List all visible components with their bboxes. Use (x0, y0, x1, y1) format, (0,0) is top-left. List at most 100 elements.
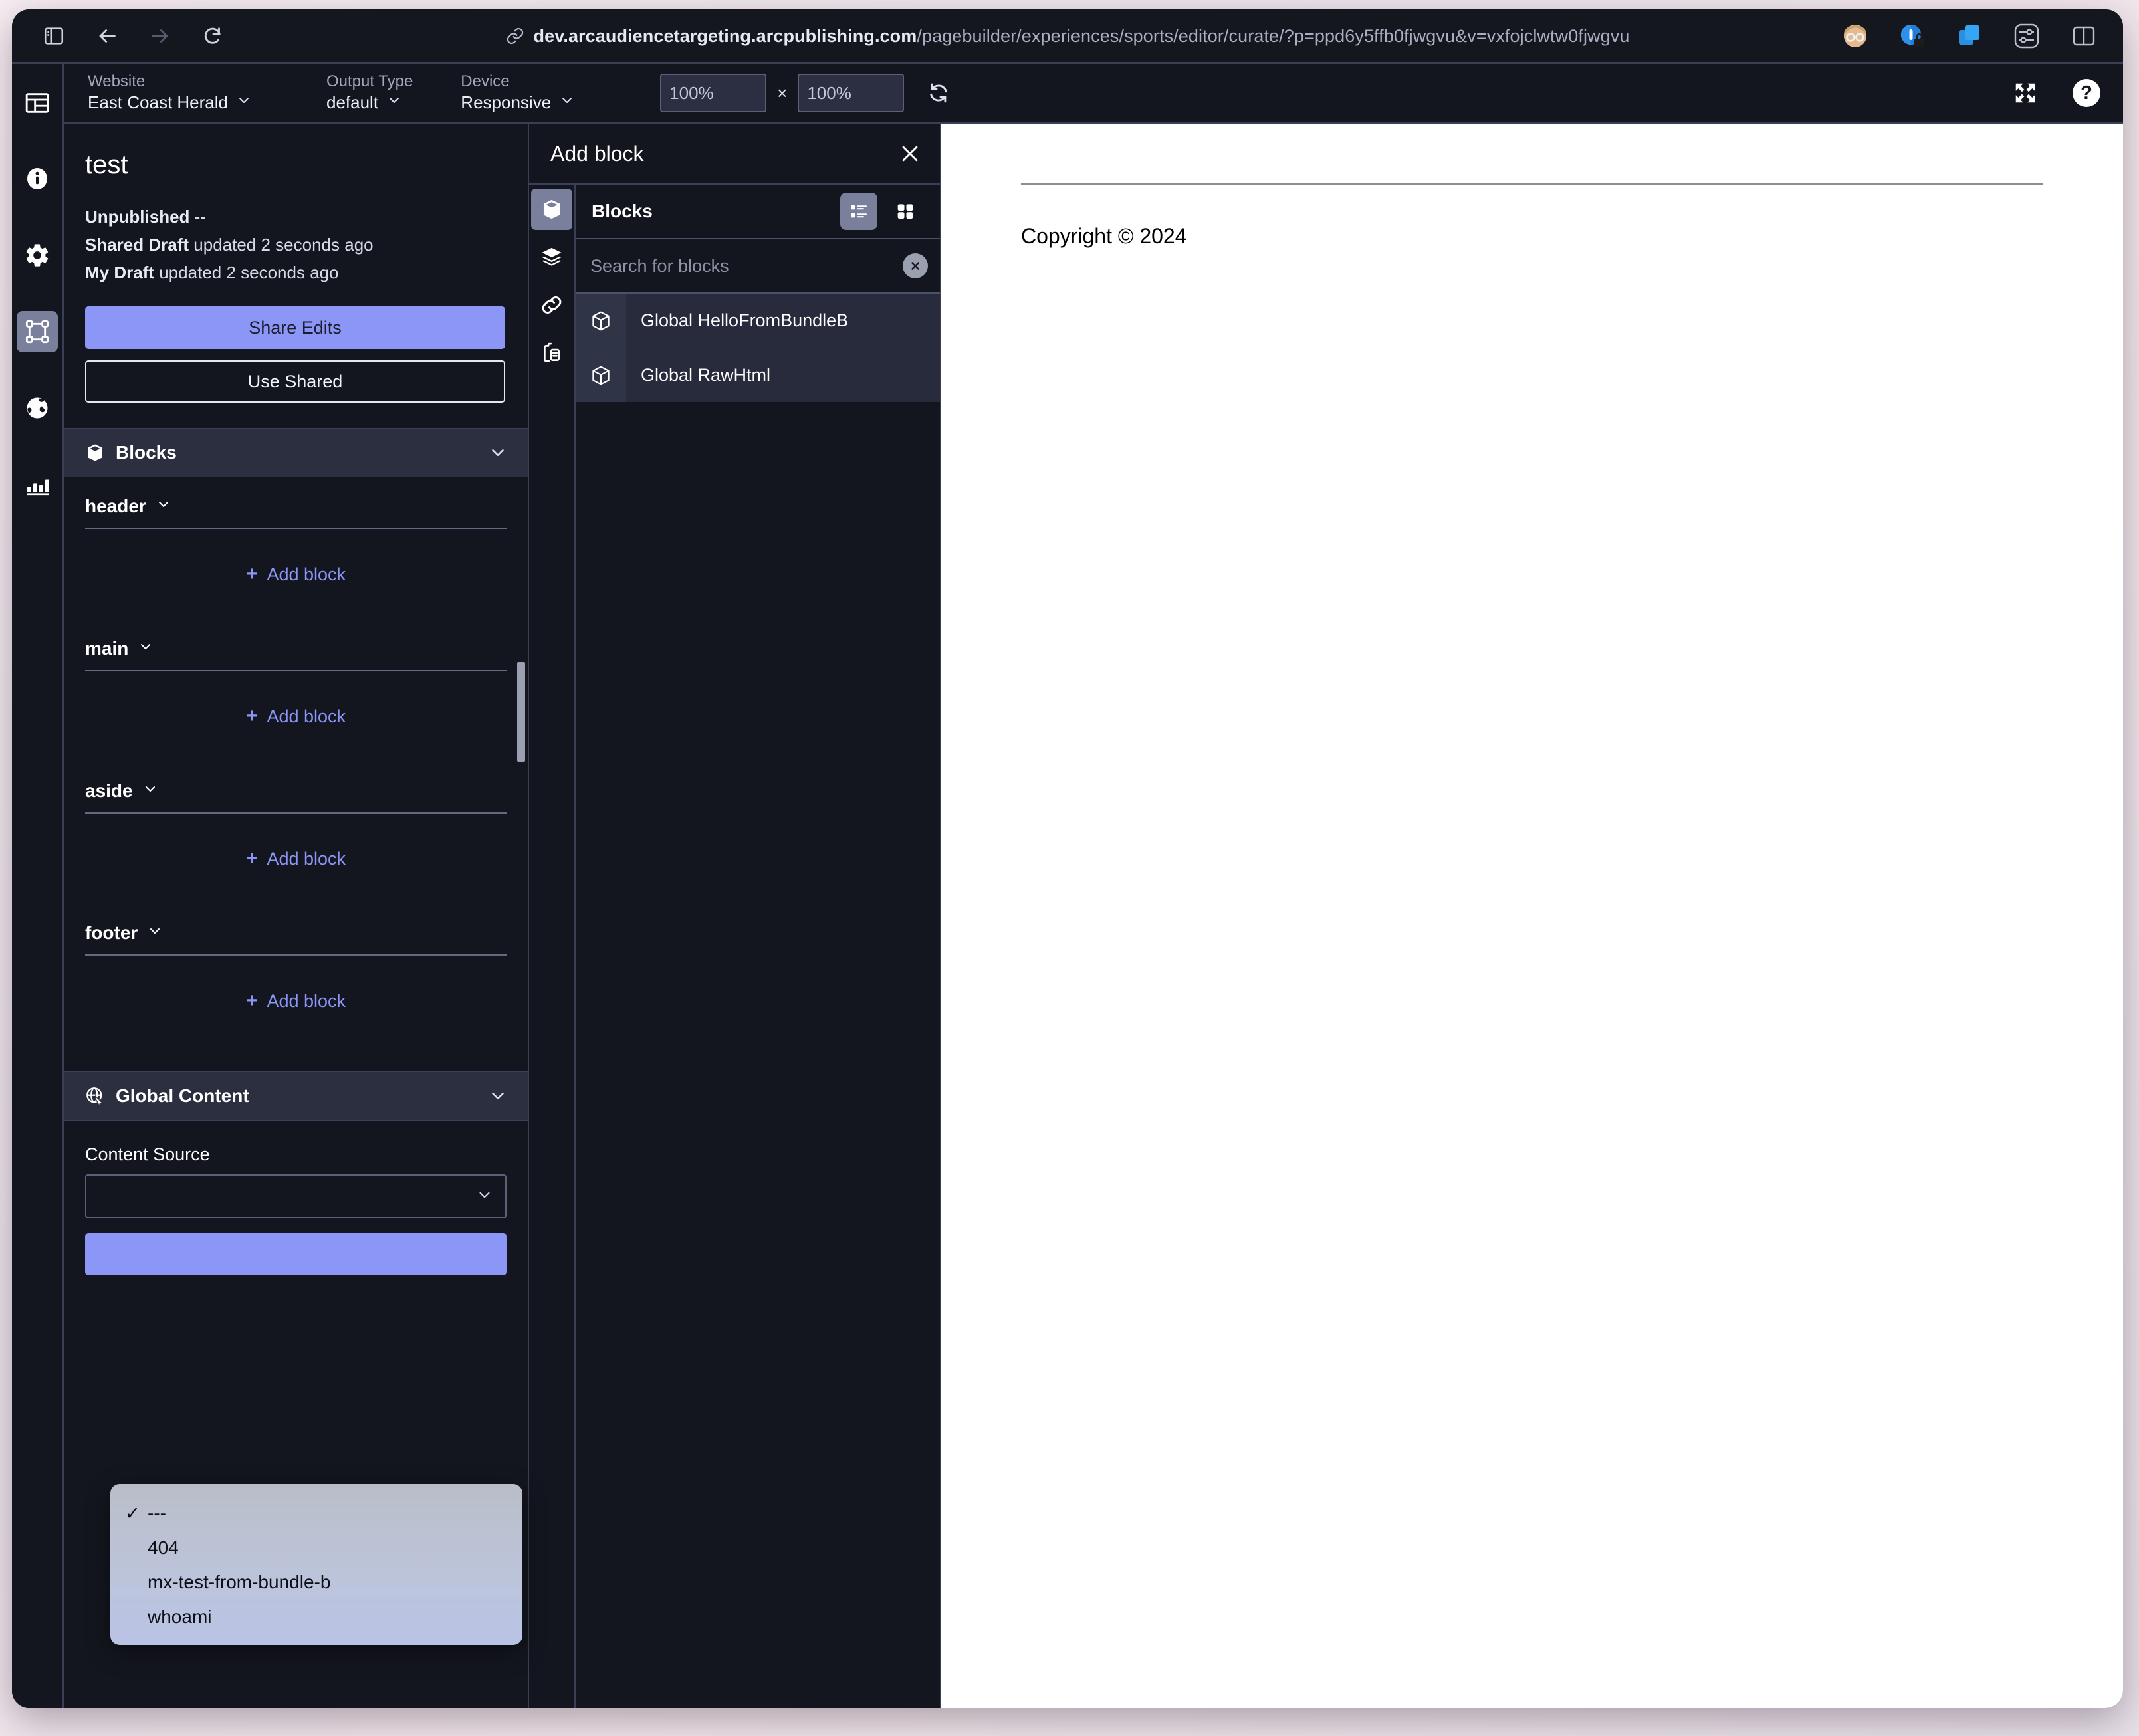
block-group-main: main + Add block (64, 619, 528, 762)
chevron-down-icon (476, 1186, 493, 1207)
add-block-button[interactable]: + Add block (246, 849, 346, 869)
preview-copyright: Copyright © 2024 (1021, 224, 1187, 248)
toolbar-right-actions: ? (2013, 79, 2100, 107)
block-group-name: aside (85, 780, 133, 802)
link-icon (506, 27, 524, 45)
help-button[interactable]: ? (2073, 79, 2100, 107)
chevron-down-icon[interactable] (488, 443, 508, 463)
add-block-tab-layers[interactable] (531, 237, 572, 278)
add-block-tab-links[interactable] (531, 284, 572, 326)
expand-preview-icon[interactable] (2013, 80, 2038, 106)
blocks-section-header[interactable]: Blocks (64, 428, 528, 478)
content-source-label: Content Source (85, 1144, 210, 1165)
add-block-tab-blocks[interactable] (531, 189, 572, 230)
block-group-title[interactable]: footer (85, 904, 507, 954)
add-block-button[interactable]: + Add block (246, 564, 346, 585)
content-source-select[interactable] (85, 1174, 507, 1219)
cube-icon (576, 294, 626, 348)
rail-item-blocks[interactable] (17, 311, 58, 352)
clear-search-icon[interactable] (903, 253, 928, 278)
add-block-label: Add block (267, 848, 346, 869)
block-group-header: header + Add block (64, 477, 528, 619)
page-title: test (85, 150, 128, 179)
rail-item-info[interactable] (17, 158, 58, 199)
main-region: Website East Coast Herald Output Type de… (64, 64, 2123, 1708)
url-host: dev.arcaudiencetargeting.arcpublishing.c… (533, 25, 917, 46)
block-search-row (576, 239, 940, 294)
block-list-item[interactable]: Global RawHtml (576, 348, 940, 403)
plus-icon: + (245, 705, 258, 728)
cube-icon (576, 348, 626, 402)
sidebar-scrollbar-thumb[interactable] (517, 662, 525, 762)
sidebar-toggle-icon[interactable] (39, 21, 69, 51)
block-results-list: Global HelloFromBundleB Global RawHtml (576, 294, 940, 1708)
refresh-preview-icon[interactable] (927, 81, 951, 105)
profile-avatar-icon[interactable] (1840, 21, 1870, 51)
global-content-section-header[interactable]: Global Content (64, 1071, 528, 1121)
sidebar-scrollbar[interactable] (517, 124, 525, 1708)
content-source-dropdown[interactable]: ✓ --- 404 mx-test-from-bundle-b whoami (110, 1484, 522, 1645)
settings-sliders-icon[interactable] (2011, 21, 2042, 51)
search-input[interactable] (590, 255, 896, 276)
dropdown-option[interactable]: mx-test-from-bundle-b (110, 1565, 522, 1600)
rail-item-settings[interactable] (17, 235, 58, 276)
viewport-height-input[interactable] (798, 74, 905, 112)
block-group-aside: aside + Add block (64, 762, 528, 904)
address-bar[interactable]: dev.arcaudiencetargeting.arcpublishing.c… (12, 9, 2123, 62)
use-shared-button[interactable]: Use Shared (85, 360, 505, 403)
editor-panes: test Unpublished -- Shared Draft updated… (64, 124, 2123, 1708)
forward-icon[interactable] (145, 21, 175, 51)
block-group-title[interactable]: aside (85, 762, 507, 812)
rail-item-layout[interactable] (17, 82, 58, 124)
left-icon-rail (12, 64, 64, 1708)
block-list-item[interactable]: Global HelloFromBundleB (576, 294, 940, 348)
dropdown-option-label: whoami (148, 1606, 212, 1627)
plus-icon: + (245, 990, 258, 1012)
shared-draft-value: updated 2 seconds ago (193, 235, 374, 255)
my-draft-value: updated 2 seconds ago (159, 263, 339, 283)
block-group-title[interactable]: header (85, 477, 507, 528)
dropdown-option[interactable]: 404 (110, 1531, 522, 1565)
chevron-down-icon (559, 92, 575, 114)
viewport-width-input[interactable] (660, 74, 767, 112)
website-selector[interactable]: Website East Coast Herald (88, 72, 252, 114)
extensions-icon[interactable] (1954, 21, 1985, 51)
add-block-title: Add block (550, 141, 644, 165)
privacy-lock-icon[interactable] (1897, 21, 1928, 51)
share-edits-button[interactable]: Share Edits (85, 306, 505, 350)
close-icon[interactable] (899, 142, 921, 165)
global-content-action-button[interactable] (85, 1233, 507, 1276)
chevron-down-icon[interactable] (488, 1086, 508, 1106)
dropdown-option[interactable]: ✓ --- (110, 1496, 522, 1531)
add-block-label: Add block (267, 990, 346, 1011)
blocks-list-title: Blocks (592, 201, 653, 221)
chevron-down-icon (147, 922, 163, 944)
my-draft-label: My Draft (85, 263, 155, 283)
block-group-title[interactable]: main (85, 619, 507, 670)
grid-view-icon[interactable] (887, 193, 924, 230)
list-view-icon[interactable] (840, 193, 877, 230)
block-group-name: main (85, 638, 129, 659)
output-type-selector[interactable]: Output Type default (326, 72, 413, 114)
viewport-size-group: × (660, 74, 905, 112)
sidebar-header: test Unpublished -- Shared Draft updated… (64, 124, 528, 403)
add-block-tab-clipboard[interactable] (531, 332, 572, 374)
add-block-panel: Add block Blocks Search for blocks Globa… (529, 124, 941, 1708)
add-block-button[interactable]: + Add block (246, 706, 346, 727)
publish-status: Unpublished -- Shared Draft updated 2 se… (85, 203, 505, 286)
rail-item-global[interactable] (17, 387, 58, 429)
check-icon: ✓ (125, 1503, 140, 1523)
website-label: Website (88, 72, 146, 91)
rail-item-analytics[interactable] (17, 464, 58, 505)
add-block-button[interactable]: + Add block (246, 991, 346, 1012)
device-label: Device (461, 72, 510, 91)
blocks-section-label: Blocks (116, 442, 177, 463)
back-icon[interactable] (92, 21, 122, 51)
dropdown-option[interactable]: whoami (110, 1600, 522, 1634)
device-value: Responsive (461, 92, 552, 113)
device-selector[interactable]: Device Responsive (461, 72, 575, 114)
split-view-icon[interactable] (2069, 21, 2099, 51)
reload-icon[interactable] (198, 21, 229, 51)
browser-window: dev.arcaudiencetargeting.arcpublishing.c… (12, 9, 2123, 1708)
browser-toolbar: dev.arcaudiencetargeting.arcpublishing.c… (12, 9, 2123, 62)
